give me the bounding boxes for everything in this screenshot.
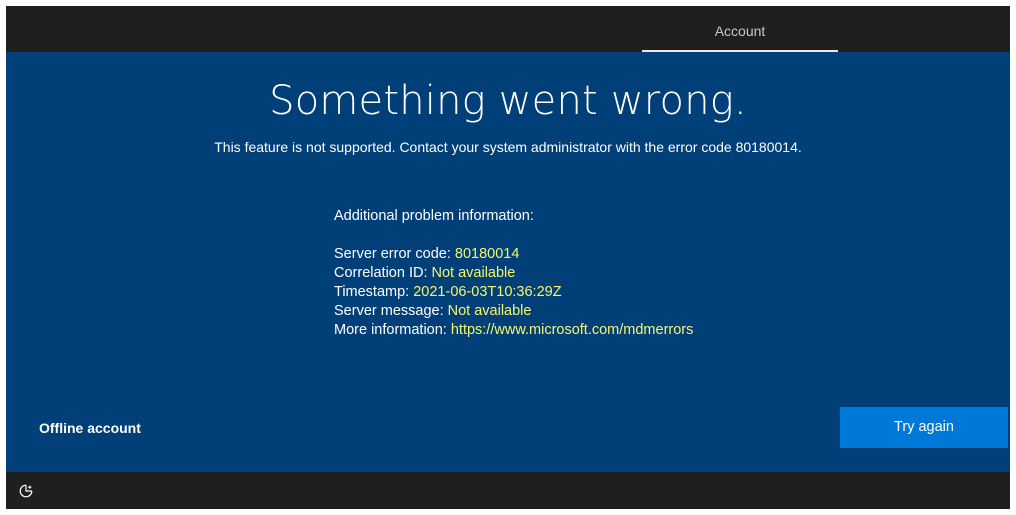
row-label: More information: bbox=[334, 322, 451, 338]
problem-info-heading: Additional problem information: bbox=[334, 208, 534, 224]
ease-of-access-icon[interactable] bbox=[18, 483, 34, 499]
server-message-row: Server message: Not available bbox=[334, 302, 693, 321]
page-title: Something went wrong. bbox=[269, 78, 747, 124]
correlation-id-row: Correlation ID: Not available bbox=[334, 264, 693, 283]
try-again-button[interactable]: Try again bbox=[840, 407, 1008, 448]
tab-account[interactable]: Account bbox=[642, 6, 838, 52]
main-panel: Something went wrong. This feature is no… bbox=[6, 52, 1010, 472]
row-label: Timestamp: bbox=[334, 284, 414, 300]
server-error-code-row: Server error code: 80180014 bbox=[334, 245, 693, 264]
correlation-id-value: Not available bbox=[431, 265, 516, 281]
row-label: Correlation ID: bbox=[334, 265, 432, 281]
timestamp-row: Timestamp: 2021-06-03T10:36:29Z bbox=[334, 283, 693, 302]
row-label: Server error code: bbox=[334, 246, 455, 262]
top-bar: Account bbox=[6, 6, 1010, 52]
timestamp-value: 2021-06-03T10:36:29Z bbox=[413, 284, 562, 300]
problem-info: Additional problem information: Server e… bbox=[334, 207, 693, 340]
offline-account-link[interactable]: Offline account bbox=[39, 420, 141, 436]
oobe-window: Account Something went wrong. This featu… bbox=[6, 6, 1010, 509]
bottom-bar bbox=[6, 472, 1010, 509]
error-description: This feature is not supported. Contact y… bbox=[214, 139, 802, 155]
server-message-value: Not available bbox=[447, 303, 532, 319]
more-information-row: More information: https://www.microsoft.… bbox=[334, 321, 693, 340]
more-information-link[interactable]: https://www.microsoft.com/mdmerrors bbox=[451, 322, 694, 338]
row-label: Server message: bbox=[334, 303, 448, 319]
server-error-code-value: 80180014 bbox=[454, 246, 520, 262]
